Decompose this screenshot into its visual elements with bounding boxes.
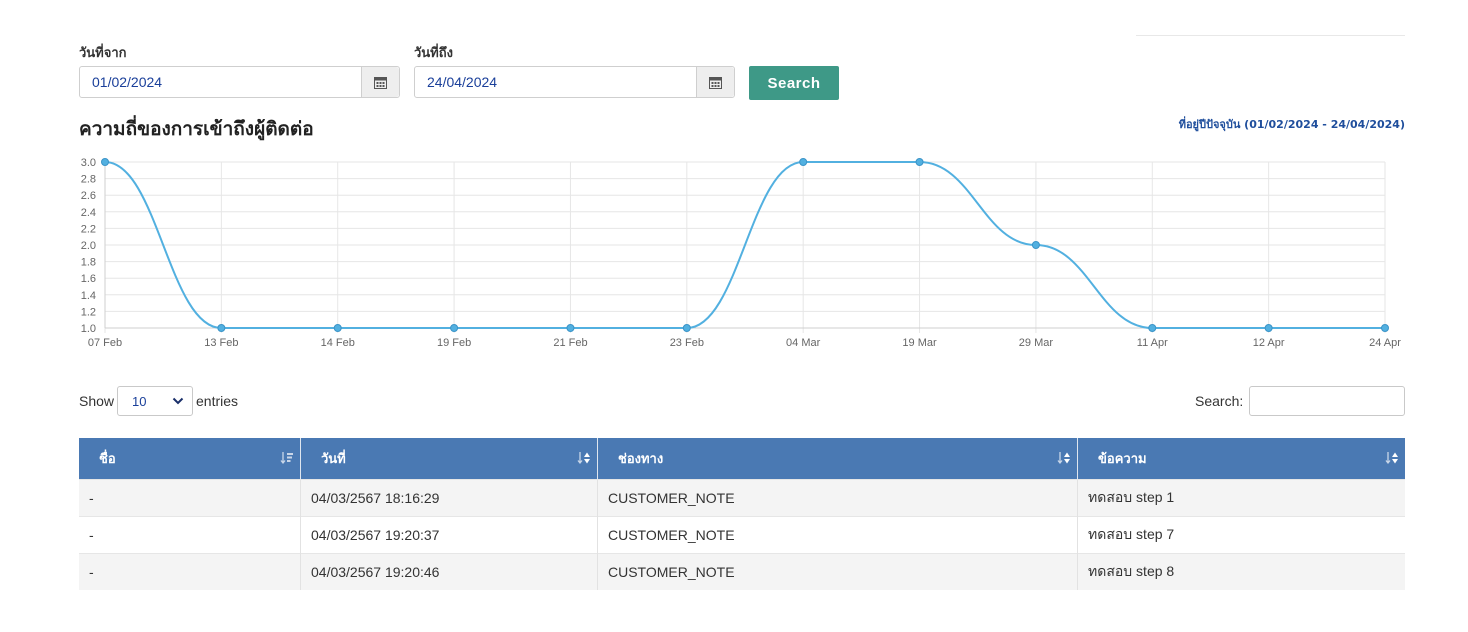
column-header-name[interactable]: ชื่อ bbox=[79, 438, 301, 480]
top-divider bbox=[1136, 35, 1405, 36]
cell-name: - bbox=[79, 553, 301, 590]
line-chart: 3.0 2.8 2.6 2.4 2.2 2.0 1.8 1.6 1.4 1.2 1.0 07 Feb 1… bbox=[70, 148, 1415, 358]
data-table: ชื่อ วันที่ ช่องทาง ข้อความ - 04/03/2567… bbox=[79, 438, 1405, 590]
y-tick-label: 2.0 bbox=[81, 240, 96, 252]
y-tick-label: 1.6 bbox=[81, 273, 96, 285]
cell-channel: CUSTOMER_NOTE bbox=[597, 516, 1078, 554]
y-tick-label: 2.2 bbox=[81, 223, 96, 235]
from-date-input[interactable] bbox=[80, 67, 361, 97]
x-tick-label: 04 Mar bbox=[786, 337, 821, 349]
from-date-group bbox=[79, 66, 400, 98]
calendar-icon bbox=[374, 76, 387, 89]
cell-name: - bbox=[79, 516, 301, 554]
cell-date: 04/03/2567 19:20:37 bbox=[300, 516, 598, 554]
cell-message: ทดสอบ step 7 bbox=[1077, 516, 1405, 554]
sort-both-icon bbox=[1057, 452, 1070, 465]
table-row: - 04/03/2567 18:16:29 CUSTOMER_NOTE ทดสอ… bbox=[79, 479, 1405, 517]
data-point bbox=[799, 158, 808, 166]
y-tick-label: 1.8 bbox=[81, 257, 96, 269]
data-point bbox=[1264, 324, 1273, 332]
column-header-label: ข้อความ bbox=[1098, 452, 1147, 467]
table-row: - 04/03/2567 19:20:37 CUSTOMER_NOTE ทดสอ… bbox=[79, 516, 1405, 554]
data-point bbox=[333, 324, 342, 332]
y-tick-label: 3.0 bbox=[81, 157, 96, 169]
table-row: - 04/03/2567 19:20:46 CUSTOMER_NOTE ทดสอ… bbox=[79, 553, 1405, 590]
x-tick-label: 19 Feb bbox=[437, 337, 471, 349]
from-calendar-button[interactable] bbox=[361, 67, 399, 97]
x-tick-label: 23 Feb bbox=[670, 337, 704, 349]
to-date-group bbox=[414, 66, 735, 98]
cell-channel: CUSTOMER_NOTE bbox=[597, 479, 1078, 517]
chart-title: ความถี่ของการเข้าถึงผู้ติดต่อ bbox=[79, 118, 314, 140]
cell-message: ทดสอบ step 8 bbox=[1077, 553, 1405, 590]
x-tick-label: 24 Apr bbox=[1369, 337, 1401, 349]
y-tick-label: 1.2 bbox=[81, 306, 96, 318]
column-header-channel[interactable]: ช่องทาง bbox=[597, 438, 1078, 480]
chevron-down-icon bbox=[172, 397, 184, 405]
y-tick-label: 2.8 bbox=[81, 174, 96, 186]
column-header-label: วันที่ bbox=[321, 452, 346, 467]
x-tick-label: 19 Mar bbox=[902, 337, 937, 349]
table-header-row: ชื่อ วันที่ ช่องทาง ข้อความ bbox=[79, 438, 1405, 480]
table-search-input[interactable] bbox=[1249, 386, 1405, 416]
table-search-label: Search: bbox=[1195, 393, 1244, 409]
data-point bbox=[1381, 324, 1389, 332]
column-header-label: ช่องทาง bbox=[618, 452, 664, 467]
y-tick-label: 2.4 bbox=[81, 207, 96, 219]
x-tick-label: 13 Feb bbox=[204, 337, 238, 349]
cell-name: - bbox=[79, 479, 301, 517]
y-tick-label: 2.6 bbox=[81, 190, 96, 202]
x-tick-label: 21 Feb bbox=[553, 337, 587, 349]
entries-label: entries bbox=[196, 393, 239, 409]
y-tick-label: 1.0 bbox=[81, 323, 96, 335]
data-point bbox=[217, 324, 226, 332]
entries-length-value: 10 bbox=[132, 393, 147, 409]
data-point bbox=[1031, 241, 1040, 249]
data-point bbox=[101, 158, 109, 166]
column-header-date[interactable]: วันที่ bbox=[300, 438, 598, 480]
cell-date: 04/03/2567 18:16:29 bbox=[300, 479, 598, 517]
calendar-icon bbox=[709, 76, 722, 89]
x-tick-label: 11 Apr bbox=[1137, 337, 1168, 349]
x-tick-label: 14 Feb bbox=[321, 337, 355, 349]
from-date-label: วันที่จาก bbox=[79, 46, 127, 61]
to-date-label: วันที่ถึง bbox=[414, 46, 453, 61]
data-point bbox=[915, 158, 924, 166]
entries-length-select[interactable]: 10 bbox=[117, 386, 193, 416]
date-range-link[interactable]: ที่อยู่ปีปัจจุบัน (01/02/2024 - 24/04/20… bbox=[1179, 115, 1405, 133]
x-tick-label: 07 Feb bbox=[88, 337, 122, 349]
cell-channel: CUSTOMER_NOTE bbox=[597, 553, 1078, 590]
data-point bbox=[566, 324, 575, 332]
data-point bbox=[450, 324, 459, 332]
sort-both-icon bbox=[1385, 452, 1398, 465]
x-tick-label: 12 Apr bbox=[1253, 337, 1285, 349]
to-calendar-button[interactable] bbox=[696, 67, 734, 97]
to-date-input[interactable] bbox=[415, 67, 696, 97]
x-tick-label: 29 Mar bbox=[1019, 337, 1054, 349]
data-point bbox=[682, 324, 691, 332]
chart-svg: 3.0 2.8 2.6 2.4 2.2 2.0 1.8 1.6 1.4 1.2 1.0 07 Feb 1… bbox=[81, 157, 1402, 349]
column-header-message[interactable]: ข้อความ bbox=[1077, 438, 1405, 480]
data-point bbox=[1148, 324, 1157, 332]
show-label: Show bbox=[79, 393, 115, 409]
cell-message: ทดสอบ step 1 bbox=[1077, 479, 1405, 517]
cell-date: 04/03/2567 19:20:46 bbox=[300, 553, 598, 590]
search-button[interactable]: Search bbox=[749, 66, 839, 100]
column-header-label: ชื่อ bbox=[99, 452, 116, 467]
y-tick-label: 1.4 bbox=[81, 290, 96, 302]
sort-both-icon bbox=[577, 452, 590, 465]
sort-desc-icon bbox=[280, 452, 293, 465]
